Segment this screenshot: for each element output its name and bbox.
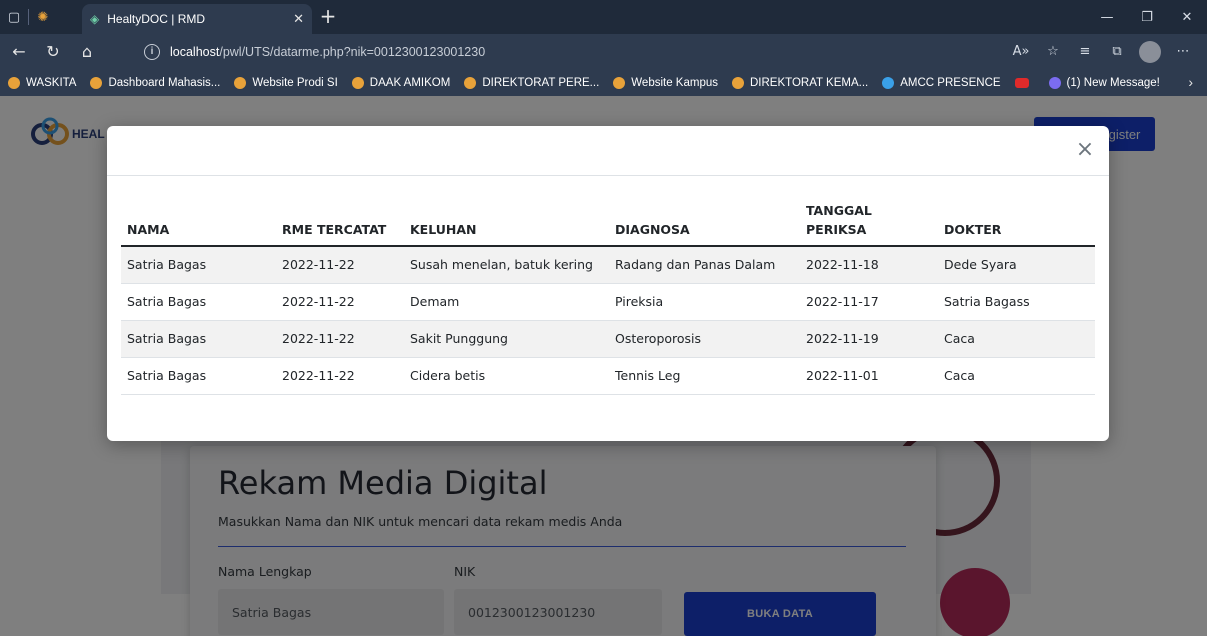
home-icon[interactable]: ⌂ (72, 37, 102, 67)
table-cell: Dede Syara (938, 246, 1095, 284)
window-close-icon[interactable]: ✕ (1167, 0, 1207, 34)
modal-close-icon[interactable]: × (1073, 138, 1097, 162)
records-modal: × NAMA RME TERCATAT KELUHAN DIAGNOSA TAN… (107, 126, 1109, 441)
url-host: localhost (170, 44, 220, 59)
bookmark-item[interactable]: Website Prodi SI (234, 76, 338, 89)
new-tab-button[interactable]: + (316, 5, 340, 29)
tab-title: HealtyDOC | RMD (107, 12, 206, 26)
table-cell: Sakit Punggung (404, 320, 609, 358)
table-cell: 2022-11-22 (276, 283, 404, 321)
tab-close-icon[interactable]: ✕ (293, 11, 304, 27)
more-menu-icon[interactable]: ⋯ (1167, 44, 1199, 59)
table-cell: Susah menelan, batuk kering (404, 246, 609, 284)
bookmarks-bar: WASKITA Dashboard Mahasis... Website Pro… (0, 69, 1207, 96)
bookmark-item[interactable]: WASKITA (8, 76, 76, 89)
back-icon[interactable]: ← (4, 37, 34, 67)
modal-header: × (107, 126, 1109, 176)
records-table: NAMA RME TERCATAT KELUHAN DIAGNOSA TANGG… (121, 186, 1095, 395)
bookmark-favicon-icon (1048, 76, 1061, 89)
bookmark-item[interactable]: Dashboard Mahasis... (90, 76, 220, 89)
table-cell: Caca (938, 320, 1095, 358)
bookmark-favicon-icon (464, 76, 477, 89)
address-bar[interactable]: i localhost /pwl/UTS/datarme.php?nik=001… (144, 39, 984, 64)
url-path: /pwl/UTS/datarme.php?nik=001230012300123… (219, 44, 486, 59)
collections-icon[interactable]: ⧉ (1101, 44, 1133, 59)
table-cell: Tennis Leg (609, 357, 800, 395)
table-cell: Cidera betis (404, 357, 609, 395)
tab-actions-icon[interactable]: ▢ (0, 0, 28, 34)
table-cell: Demam (404, 283, 609, 321)
bookmark-item[interactable]: (1) New Message! (1048, 76, 1160, 89)
bookmarks-more-icon[interactable]: › (1188, 74, 1193, 90)
favorites-list-icon[interactable]: ≡ (1069, 44, 1101, 59)
table-row: Satria Bagas 2022-11-22 Sakit Punggung O… (121, 320, 1095, 358)
refresh-icon[interactable]: ↻ (38, 37, 68, 67)
tab-healtydoc[interactable]: ◈ HealtyDOC | RMD ✕ (82, 4, 312, 34)
table-cell: Satria Bagas (121, 357, 276, 395)
bookmark-favicon-icon (351, 76, 364, 89)
table-row: Satria Bagas 2022-11-22 Cidera betis Ten… (121, 357, 1095, 395)
workspace-icon[interactable]: ✺ (29, 0, 57, 34)
bookmark-item[interactable]: DAAK AMIKOM (351, 76, 450, 89)
restore-icon[interactable]: ❐ (1127, 0, 1167, 34)
modal-body: NAMA RME TERCATAT KELUHAN DIAGNOSA TANGG… (121, 186, 1095, 395)
site-info-icon[interactable]: i (144, 43, 160, 60)
bookmark-item[interactable]: Website Kampus (613, 76, 718, 89)
table-cell: 2022-11-22 (276, 320, 404, 358)
table-cell: Satria Bagas (121, 320, 276, 358)
read-aloud-icon[interactable]: A» (1005, 44, 1037, 59)
bookmark-favicon-icon (613, 76, 626, 89)
bookmark-favicon-icon (882, 76, 895, 89)
address-toolbar: ← ↻ ⌂ i localhost /pwl/UTS/datarme.php?n… (0, 34, 1207, 69)
window-controls: — ❐ ✕ (1087, 0, 1207, 34)
column-header: RME TERCATAT (276, 186, 404, 247)
table-cell: Radang dan Panas Dalam (609, 246, 800, 284)
column-header: TANGGAL PERIKSA (800, 186, 938, 247)
bookmark-item[interactable]: DIREKTORAT PERE... (464, 76, 599, 89)
column-header: KELUHAN (404, 186, 609, 247)
table-cell: 2022-11-18 (800, 246, 938, 284)
bookmark-item[interactable]: AMCC PRESENCE (882, 76, 1001, 89)
bookmark-youtube[interactable] (1014, 77, 1035, 88)
table-cell: 2022-11-17 (800, 283, 938, 321)
table-cell: 2022-11-22 (276, 357, 404, 395)
table-cell: 2022-11-19 (800, 320, 938, 358)
table-cell: 2022-11-01 (800, 357, 938, 395)
bookmark-favicon-icon (234, 76, 247, 89)
profile-avatar[interactable] (1139, 40, 1161, 63)
minimize-icon[interactable]: — (1087, 0, 1127, 34)
favorite-star-icon[interactable]: ☆ (1037, 44, 1069, 59)
bookmark-favicon-icon (732, 76, 744, 89)
table-cell: 2022-11-22 (276, 246, 404, 284)
bookmark-favicon-icon (90, 76, 103, 89)
table-cell: Satria Bagass (938, 283, 1095, 321)
table-row: Satria Bagas 2022-11-22 Susah menelan, b… (121, 246, 1095, 284)
bookmark-favicon-icon (8, 76, 20, 89)
youtube-icon (1014, 77, 1029, 88)
column-header: NAMA (121, 186, 276, 247)
table-cell: Caca (938, 357, 1095, 395)
toolbar-actions: A» ☆ ≡ ⧉ ⋯ (1005, 39, 1199, 64)
tab-favicon-icon: ◈ (90, 12, 100, 26)
table-cell: Satria Bagas (121, 283, 276, 321)
table-cell: Osteroporosis (609, 320, 800, 358)
bookmark-item[interactable]: DIREKTORAT KEMA... (732, 76, 868, 89)
table-row: Satria Bagas 2022-11-22 Demam Pireksia 2… (121, 283, 1095, 321)
table-cell: Pireksia (609, 283, 800, 321)
column-header: DOKTER (938, 186, 1095, 247)
browser-tab-bar: ▢ ✺ ◈ HealtyDOC | RMD ✕ + — ❐ ✕ (0, 0, 1207, 34)
table-header-row: NAMA RME TERCATAT KELUHAN DIAGNOSA TANGG… (121, 186, 1095, 247)
table-cell: Satria Bagas (121, 246, 276, 284)
column-header: DIAGNOSA (609, 186, 800, 247)
